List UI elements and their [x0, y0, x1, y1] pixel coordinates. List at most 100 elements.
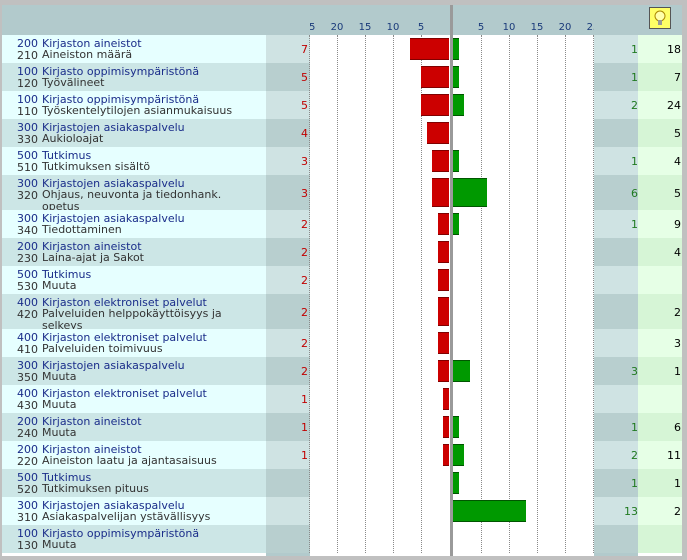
positive-count-value: 3 — [631, 365, 638, 378]
row-subcategory-title: Työskentelytilojen asianmukaisuus — [42, 104, 233, 117]
positive-count-value: 1 — [631, 71, 638, 84]
negative-bar — [432, 178, 449, 207]
row-subcategory-title: Asiakaspalvelijan ystävällisyys — [42, 510, 211, 523]
positive-count-value: 1 — [631, 477, 638, 490]
negative-bar — [437, 297, 449, 326]
gridline — [537, 35, 538, 553]
negative-count-cell — [266, 525, 310, 553]
row-subcategory-title: Palveluiden toimivuus — [42, 342, 163, 355]
positive-count-value: 1 — [631, 155, 638, 168]
gridline — [481, 35, 482, 553]
positive-bar — [453, 444, 465, 466]
chart-frame: 252015105510152025 200Kirjaston aineisto… — [2, 5, 682, 556]
ideas-count-cell — [638, 385, 682, 413]
row-code-secondary: 130 — [17, 539, 38, 552]
negative-count-cell — [266, 497, 310, 525]
row-subcategory-title: Muuta — [42, 398, 77, 411]
negative-bar — [443, 388, 449, 410]
negative-count-value: 5 — [301, 99, 308, 112]
tick-label-left: 10 — [386, 22, 400, 33]
row-code-secondary: 120 — [17, 77, 38, 90]
positive-bar — [453, 213, 459, 235]
negative-count-cell — [266, 469, 310, 497]
gridline — [309, 35, 310, 553]
positive-count-value: 1 — [631, 43, 638, 56]
row-code-secondary: 420 — [17, 308, 38, 321]
row-subcategory-title: Laina-ajat ja Sakot — [42, 251, 144, 264]
negative-bar — [437, 241, 449, 263]
ideas-count-value: 5 — [674, 127, 681, 140]
negative-count-value: 2 — [301, 365, 308, 378]
negative-count-value: 5 — [301, 71, 308, 84]
negative-count-value: 3 — [301, 155, 308, 168]
row-code-secondary: 110 — [17, 105, 38, 118]
chart-header: 252015105510152025 — [2, 5, 682, 35]
positive-bar — [453, 94, 465, 116]
row-subcategory-title: Aineiston laatu ja ajantasaisuus — [42, 454, 217, 467]
gridline — [565, 35, 566, 553]
row-code-secondary: 230 — [17, 252, 38, 265]
positive-count-cell — [594, 119, 638, 147]
positive-count-value: 2 — [631, 449, 638, 462]
negative-bar — [437, 360, 449, 382]
row-code-secondary: 210 — [17, 49, 38, 62]
row-code-secondary: 340 — [17, 224, 38, 237]
positive-count-cell — [594, 266, 638, 294]
positive-count-cell — [594, 385, 638, 413]
ideas-count-value: 4 — [674, 246, 681, 259]
positive-count-cell — [594, 329, 638, 357]
gridline — [509, 35, 510, 553]
row-code-secondary: 240 — [17, 427, 38, 440]
zero-axis-separator — [450, 5, 453, 556]
positive-count-value: 6 — [631, 186, 638, 200]
ideas-count-value: 24 — [667, 99, 681, 112]
positive-count-cell — [594, 525, 638, 553]
row-code-secondary: 320 — [17, 189, 38, 202]
row-code-secondary: 410 — [17, 343, 38, 356]
positive-count-value: 13 — [624, 505, 638, 518]
row-code-secondary: 510 — [17, 161, 38, 174]
row-subcategory-title: Tutkimuksen pituus — [42, 482, 149, 495]
negative-bar — [437, 269, 449, 291]
positive-count-cell — [594, 238, 638, 266]
tick-label-right: 20 — [558, 22, 572, 33]
ideas-count-value: 4 — [674, 155, 681, 168]
row-code-secondary: 310 — [17, 511, 38, 524]
row-subcategory-title: Aukioloajat — [42, 132, 104, 145]
negative-bar — [443, 416, 449, 438]
positive-count-value: 2 — [631, 99, 638, 112]
negative-count-value: 1 — [301, 393, 308, 406]
tick-label-left: 5 — [417, 22, 425, 33]
ideas-count-value: 1 — [674, 477, 681, 490]
row-subcategory-title: Muuta — [42, 279, 77, 292]
tick-label-right: 10 — [502, 22, 516, 33]
ideas-count-value: 2 — [674, 305, 681, 319]
negative-count-value: 2 — [301, 337, 308, 350]
row-subcategory-title: Aineiston määrä — [42, 48, 133, 61]
gridline — [593, 35, 594, 553]
ideas-count-value: 6 — [674, 421, 681, 434]
ideas-count-value: 1 — [674, 365, 681, 378]
row-code-secondary: 530 — [17, 280, 38, 293]
negative-count-value: 3 — [301, 186, 308, 200]
gridline — [393, 35, 394, 553]
row-subcategory-title: Muuta — [42, 370, 77, 383]
negative-count-value: 2 — [301, 305, 308, 319]
tick-label-left: 15 — [358, 22, 372, 33]
tick-label-left: 20 — [330, 22, 344, 33]
negative-bar — [437, 332, 449, 354]
negative-count-value: 2 — [301, 218, 308, 231]
ideas-count-value: 5 — [674, 186, 681, 200]
ideas-count-value: 2 — [674, 505, 681, 518]
ideas-count-cell — [638, 266, 682, 294]
ideas-count-value: 11 — [667, 449, 681, 462]
negative-count-value: 1 — [301, 449, 308, 462]
ideas-count-value: 18 — [667, 43, 681, 56]
negative-count-value: 1 — [301, 421, 308, 434]
negative-bar — [443, 444, 449, 466]
positive-bar — [453, 360, 470, 382]
negative-bar — [421, 66, 449, 88]
negative-bar — [437, 213, 449, 235]
row-code-secondary: 330 — [17, 133, 38, 146]
positive-bar — [453, 178, 487, 207]
